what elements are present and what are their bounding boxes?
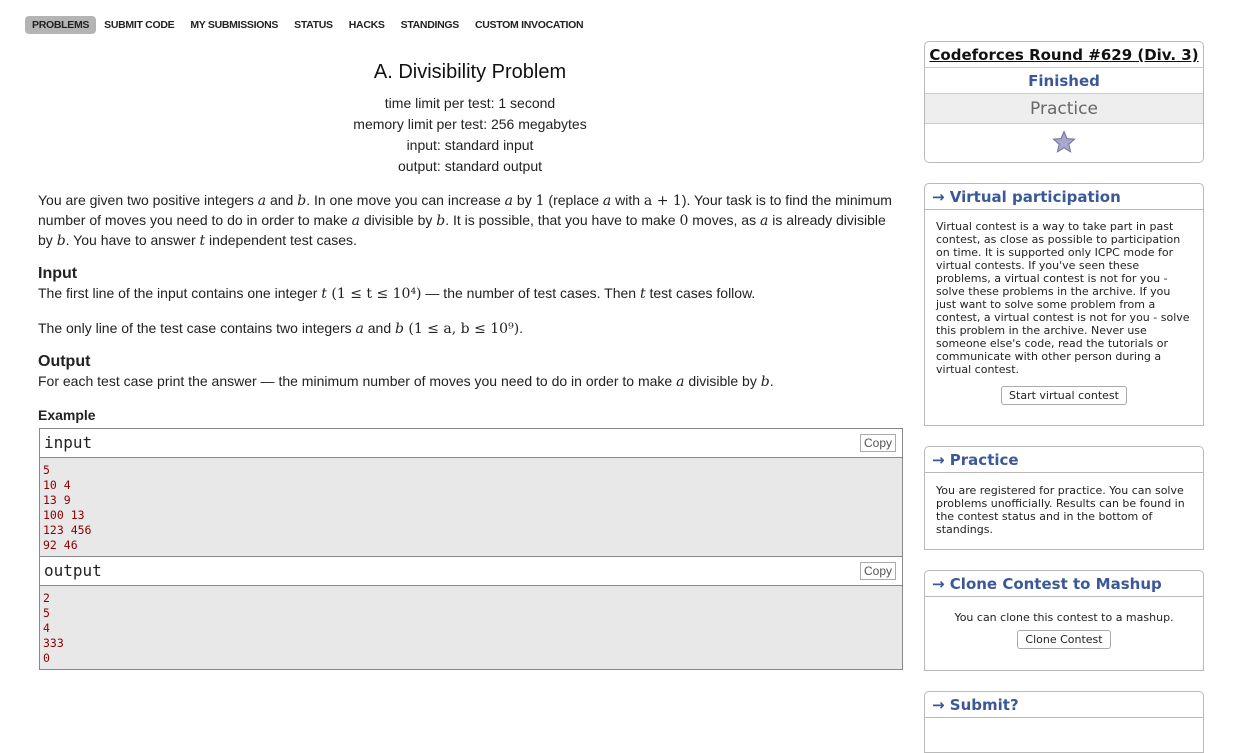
example-output-label: output (44, 561, 102, 580)
input-paragraph-1: The first line of the input contains one… (38, 284, 902, 304)
text: You are given two positive integers (38, 192, 258, 208)
output-spec: output: standard output (398, 158, 542, 174)
math-var: a (257, 193, 267, 209)
star-icon[interactable] (1052, 130, 1076, 154)
practice-text: You are registered for practice. You can… (936, 484, 1185, 536)
clone-button-row: Clone Contest (925, 630, 1203, 649)
contest-status: Finished (925, 68, 1203, 94)
math-var: a (602, 193, 612, 209)
text: . (519, 320, 524, 336)
clone-contest-button[interactable]: Clone Contest (1017, 630, 1111, 649)
text: by (513, 192, 536, 208)
practice-title: → Practice (925, 447, 1203, 473)
clone-contest-box: → Clone Contest to Mashup You can clone … (924, 570, 1204, 671)
virtual-participation-box: → Virtual participation Virtual contest … (924, 183, 1204, 426)
text: The only line of the test case contains … (38, 320, 356, 336)
text: test cases follow. (645, 285, 756, 301)
math-var: b (436, 213, 446, 229)
nav-hacks[interactable]: HACKS (341, 16, 393, 34)
text: (replace (544, 192, 603, 208)
math-expr: (1 ≤ a, b ≤ 10⁹) (403, 321, 520, 337)
example-title: Example (38, 407, 96, 423)
text: . (769, 373, 774, 389)
contest-name-link[interactable]: Codeforces Round #629 (Div. 3) (925, 42, 1203, 68)
example-input-header: input Copy (40, 429, 902, 458)
round-info-box: Codeforces Round #629 (Div. 3) Finished … (924, 41, 1204, 163)
text: For each test case print the answer — th… (38, 373, 677, 389)
example-input-text: 5 10 4 13 9 100 13 123 456 92 46 (43, 463, 92, 552)
math-var: b (395, 321, 404, 337)
nav-custom-invocation[interactable]: CUSTOM INVOCATION (467, 16, 591, 34)
text: divisible by (359, 212, 437, 228)
input-spec: input: standard input (406, 137, 534, 153)
math-var: a (351, 213, 360, 229)
math-num: 1 (535, 193, 545, 209)
contest-mode: Practice (925, 94, 1203, 124)
text: independent test cases. (205, 232, 357, 248)
clone-contest-title: → Clone Contest to Mashup (925, 571, 1203, 597)
text: and (266, 192, 298, 208)
problem-limits: time limit per test: 1 second memory lim… (38, 93, 902, 177)
copy-output-button[interactable]: Copy (859, 562, 896, 580)
text: moves, as (688, 212, 760, 228)
output-paragraph: For each test case print the answer — th… (38, 372, 902, 392)
math-var: a (355, 321, 364, 337)
example-input-label: input (44, 433, 93, 452)
virtual-participation-text: Virtual contest is a way to take part in… (936, 220, 1190, 376)
math-var: b (760, 374, 770, 390)
example-input-box: input Copy 5 10 4 13 9 100 13 123 456 92… (39, 428, 903, 558)
example-output-text: 2 5 4 333 0 (43, 591, 64, 665)
favourite-star[interactable] (925, 124, 1203, 160)
clone-contest-text: You can clone this contest to a mashup. (954, 611, 1174, 624)
text: and (363, 320, 396, 336)
nav-standings[interactable]: STANDINGS (393, 16, 467, 34)
input-paragraph-2: The only line of the test case contains … (38, 319, 902, 339)
example-output-box: output Copy 2 5 4 333 0 (39, 556, 903, 670)
virtual-button-row: Start virtual contest (925, 386, 1203, 405)
output-section-title: Output (38, 353, 91, 370)
text: . It is possible, that you have to make (445, 212, 680, 228)
nav-status[interactable]: STATUS (286, 16, 341, 34)
text: . You have to answer (65, 232, 200, 248)
submit-title: → Submit? (925, 692, 1203, 718)
input-section-title: Input (38, 265, 78, 282)
text: with (611, 192, 644, 208)
problem-nav: PROBLEMS SUBMIT CODE MY SUBMISSIONS STAT… (25, 15, 591, 35)
start-virtual-contest-button[interactable]: Start virtual contest (1001, 386, 1127, 405)
example-output-header: output Copy (40, 557, 902, 586)
virtual-participation-title: → Virtual participation (925, 184, 1203, 210)
text: . In one move you can increase (306, 192, 505, 208)
math-expr: a + 1 (643, 193, 682, 209)
nav-problems[interactable]: PROBLEMS (25, 16, 97, 34)
memory-limit: memory limit per test: 256 megabytes (353, 116, 587, 132)
legend-text: You are given two positive integers a an… (38, 191, 902, 251)
nav-submit-code[interactable]: SUBMIT CODE (96, 16, 182, 34)
text: — the number of test cases. Then (421, 285, 640, 301)
submit-box: → Submit? (924, 691, 1204, 753)
time-limit: time limit per test: 1 second (384, 95, 556, 111)
problem-statement: A. Divisibility Problem time limit per t… (38, 56, 902, 423)
problem-title: A. Divisibility Problem (373, 61, 567, 83)
text: The first line of the input contains one… (38, 285, 322, 301)
practice-box: → Practice You are registered for practi… (924, 446, 1204, 550)
math-expr: (1 ≤ t ≤ 10⁴) (326, 286, 422, 302)
math-var: b (297, 193, 307, 209)
math-var: b (56, 233, 66, 249)
nav-my-submissions[interactable]: MY SUBMISSIONS (182, 16, 286, 34)
text: divisible by (684, 373, 761, 389)
math-var: a (504, 193, 514, 209)
copy-input-button[interactable]: Copy (859, 434, 896, 452)
